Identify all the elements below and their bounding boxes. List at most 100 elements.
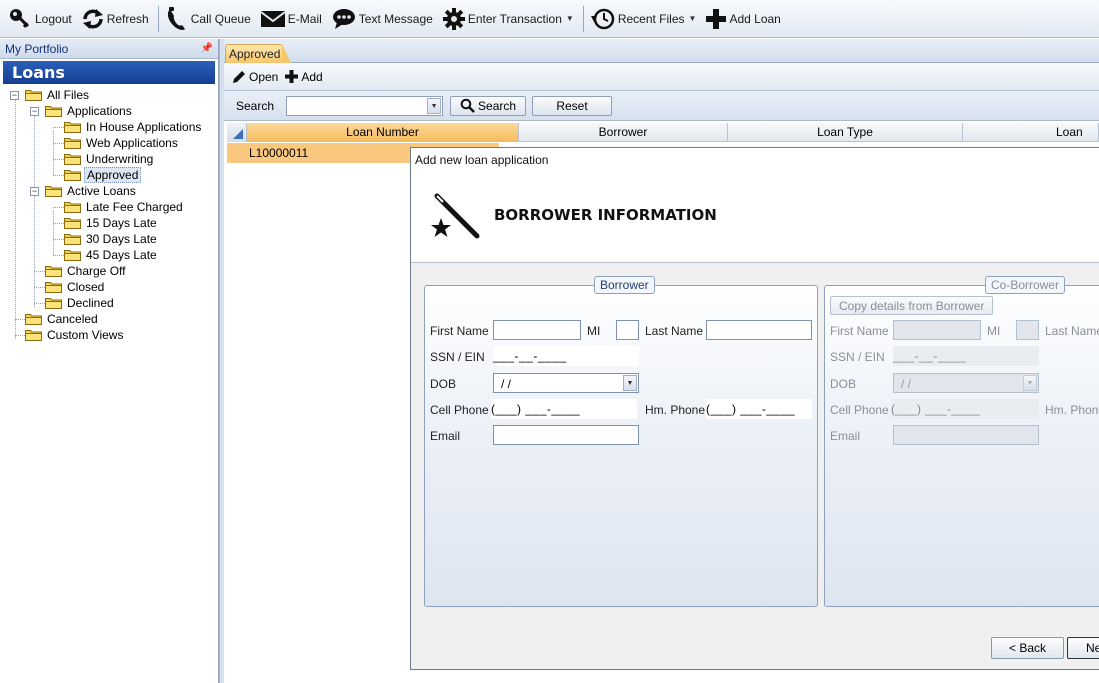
tree-node-custom-views[interactable]: Custom Views: [25, 327, 125, 343]
search-input[interactable]: ▼: [286, 95, 444, 116]
tree-connector: [53, 255, 64, 256]
logout-button[interactable]: Logout: [4, 4, 75, 34]
folder-icon-wrap: [64, 201, 81, 213]
co-first-name-field[interactable]: [893, 320, 981, 340]
cell-phone-field[interactable]: (___) ___-____: [491, 399, 637, 419]
back-button[interactable]: < Back: [991, 637, 1064, 659]
co-email-field[interactable]: [893, 425, 1039, 445]
co-cell-phone-field[interactable]: (___) ___-____: [891, 399, 1039, 419]
column-loan-amount[interactable]: Loan Am: [963, 123, 1099, 142]
portfolio-header: My Portfolio 📌: [0, 39, 218, 59]
plus-icon: [706, 8, 727, 29]
tree-node-late-fee-charged[interactable]: Late Fee Charged: [64, 199, 185, 215]
search-icon: [460, 98, 475, 113]
email-button[interactable]: E-Mail: [257, 4, 325, 34]
chevron-down-icon[interactable]: ▼: [427, 97, 442, 114]
email-field[interactable]: [493, 425, 639, 445]
tree-node-web-applications[interactable]: Web Applications: [64, 135, 180, 151]
column-loan-number[interactable]: Loan Number: [247, 123, 519, 142]
tree-node-applications[interactable]: Applications: [45, 103, 134, 119]
add-button[interactable]: Add: [284, 69, 323, 84]
chat-bubble-icon: [332, 8, 355, 29]
refresh-button[interactable]: Refresh: [78, 4, 152, 34]
main-toolbar: Logout Refresh Call Queue E-Mail Text Me…: [0, 0, 1099, 38]
tree-node-charge-off[interactable]: Charge Off: [45, 263, 127, 279]
dropdown-arrow-icon[interactable]: ▼: [566, 14, 574, 23]
tree-node-label: Canceled: [47, 312, 98, 326]
folder-icon-wrap: [64, 121, 81, 133]
open-button[interactable]: Open: [231, 69, 278, 85]
hm-phone-label: Hm. Phone: [645, 403, 706, 417]
recent-files-button[interactable]: Recent Files ▼: [587, 4, 700, 34]
enter-transaction-button[interactable]: Enter Transaction ▼: [439, 4, 577, 34]
collapse-toggle-icon[interactable]: −: [30, 107, 39, 116]
collapse-toggle-icon[interactable]: −: [30, 187, 39, 196]
dob-picker[interactable]: / / ▼: [493, 373, 639, 393]
folder-icon-wrap: [45, 185, 62, 197]
folder-icon-wrap: [25, 89, 42, 101]
tree-connector: [53, 131, 54, 175]
dropdown-arrow-icon[interactable]: ▼: [689, 14, 697, 23]
folder-icon-wrap: [64, 233, 81, 245]
co-ssn-field[interactable]: ___-__-____: [893, 346, 1039, 366]
add-loan-button[interactable]: Add Loan: [702, 4, 783, 34]
folder-icon: [45, 106, 62, 117]
dialog-banner: BORROWER INFORMATION: [411, 172, 1099, 263]
folder-icon-wrap: [64, 169, 81, 181]
folder-icon: [64, 218, 81, 229]
chevron-down-icon[interactable]: ▼: [623, 375, 637, 391]
tree-node-label: Declined: [67, 296, 114, 310]
first-name-field[interactable]: [493, 320, 581, 340]
tree-node-30-days-late[interactable]: 30 Days Late: [64, 231, 159, 247]
tree-connector: [34, 115, 35, 307]
open-label: Open: [249, 69, 279, 84]
chevron-down-icon[interactable]: ▼: [1023, 375, 1037, 391]
tree-node-label: Closed: [67, 280, 105, 294]
tree-connector: [15, 335, 25, 336]
tree-connector: [53, 239, 64, 240]
co-mi-field[interactable]: [1016, 320, 1039, 340]
ssn-field[interactable]: ___-__-____: [493, 346, 639, 366]
reset-button[interactable]: Reset: [532, 95, 613, 116]
tree-connector: [34, 303, 45, 304]
tree-node-15-days-late[interactable]: 15 Days Late: [64, 215, 159, 231]
tree-node-in-house-applications[interactable]: In House Applications: [64, 119, 203, 135]
tree-connector: [53, 159, 64, 160]
last-name-field[interactable]: [706, 320, 812, 340]
tree-node-underwriting[interactable]: Underwriting: [64, 151, 155, 167]
tree-node-label: Custom Views: [47, 328, 124, 342]
collapse-toggle-icon[interactable]: −: [10, 91, 19, 100]
co-dob-picker[interactable]: / / ▼: [893, 373, 1039, 393]
tab-approved[interactable]: Approved: [225, 44, 291, 63]
hm-phone-field[interactable]: (___) ___-____: [706, 399, 812, 419]
loans-title: Loans: [3, 61, 215, 84]
tree-node-all-files[interactable]: All Files: [25, 87, 91, 103]
tree-connector: [15, 319, 25, 320]
tree-node-active-loans[interactable]: Active Loans: [45, 183, 138, 199]
mi-field[interactable]: [616, 320, 639, 340]
toolbar-separator: [582, 5, 584, 32]
phone-icon: [167, 6, 185, 30]
tree-node-approved[interactable]: Approved: [64, 167, 142, 183]
pencil-icon: [233, 70, 245, 83]
call-queue-button[interactable]: Call Queue: [162, 4, 254, 34]
co-dob-label: DOB: [830, 377, 857, 391]
pin-icon[interactable]: 📌: [201, 43, 213, 54]
tree-node-label: In House Applications: [86, 120, 202, 134]
next-button[interactable]: Ne: [1067, 637, 1099, 659]
tree-node-canceled[interactable]: Canceled: [25, 311, 100, 327]
tab-strip: Approved: [224, 39, 1099, 63]
tree-connector: [53, 223, 64, 224]
select-all-corner[interactable]: [227, 123, 247, 142]
tree-node-closed[interactable]: Closed: [45, 279, 106, 295]
tree-node-45-days-late[interactable]: 45 Days Late: [64, 247, 159, 263]
grid-header: Loan Number Borrower Loan Type Loan Am: [227, 123, 1099, 142]
search-button[interactable]: Search: [450, 95, 527, 116]
column-borrower[interactable]: Borrower: [519, 123, 728, 142]
folder-icon-wrap: [45, 105, 62, 117]
folder-icon-wrap: [25, 329, 42, 341]
copy-from-borrower-button[interactable]: Copy details from Borrower: [830, 296, 994, 315]
tree-node-declined[interactable]: Declined: [45, 295, 116, 311]
column-loan-type[interactable]: Loan Type: [728, 123, 963, 142]
text-message-button[interactable]: Text Message: [328, 4, 436, 34]
